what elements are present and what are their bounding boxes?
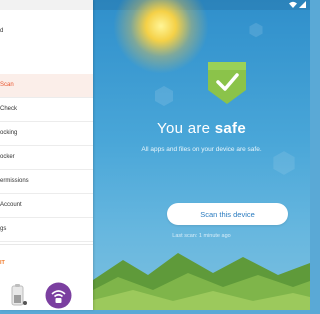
hexagon-decoration bbox=[249, 22, 263, 38]
hills-illustration bbox=[93, 253, 310, 310]
sun-illustration bbox=[113, 0, 209, 74]
wifi-lock-icon[interactable] bbox=[45, 282, 72, 314]
scan-device-button[interactable]: Scan this device bbox=[167, 203, 288, 225]
drawer-menu: Scan Check ocking ocker ermissions Accou… bbox=[0, 74, 93, 242]
shield-check-icon bbox=[208, 62, 246, 104]
status-panel: You are safe All apps and files on your … bbox=[93, 0, 310, 310]
title-prefix: You are bbox=[157, 120, 215, 137]
menu-item-locking[interactable]: ocking bbox=[0, 122, 93, 146]
promo-label[interactable]: IT bbox=[0, 260, 5, 266]
drawer-title: d bbox=[0, 28, 4, 34]
wifi-icon bbox=[288, 1, 299, 10]
menu-item-scan[interactable]: Scan bbox=[0, 74, 93, 98]
drawer-header bbox=[0, 0, 93, 10]
page-title: You are safe bbox=[93, 120, 310, 137]
title-emphasis: safe bbox=[214, 120, 246, 137]
navigation-drawer: d Scan Check ocking ocker ermissions Acc… bbox=[0, 0, 93, 310]
status-subtitle: All apps and files on your device are sa… bbox=[141, 146, 262, 153]
menu-item-permissions[interactable]: ermissions bbox=[0, 170, 93, 194]
hexagon-decoration bbox=[155, 86, 173, 106]
hexagon-decoration bbox=[273, 151, 295, 175]
signal-icon bbox=[299, 1, 306, 10]
status-icons bbox=[288, 1, 306, 10]
menu-item-account[interactable]: Account bbox=[0, 194, 93, 218]
menu-item-settings[interactable]: gs bbox=[0, 218, 93, 242]
menu-item-check[interactable]: Check bbox=[0, 98, 93, 122]
menu-item-locker[interactable]: ocker bbox=[0, 146, 93, 170]
battery-saver-icon[interactable] bbox=[8, 283, 28, 312]
drawer-divider bbox=[0, 244, 93, 245]
